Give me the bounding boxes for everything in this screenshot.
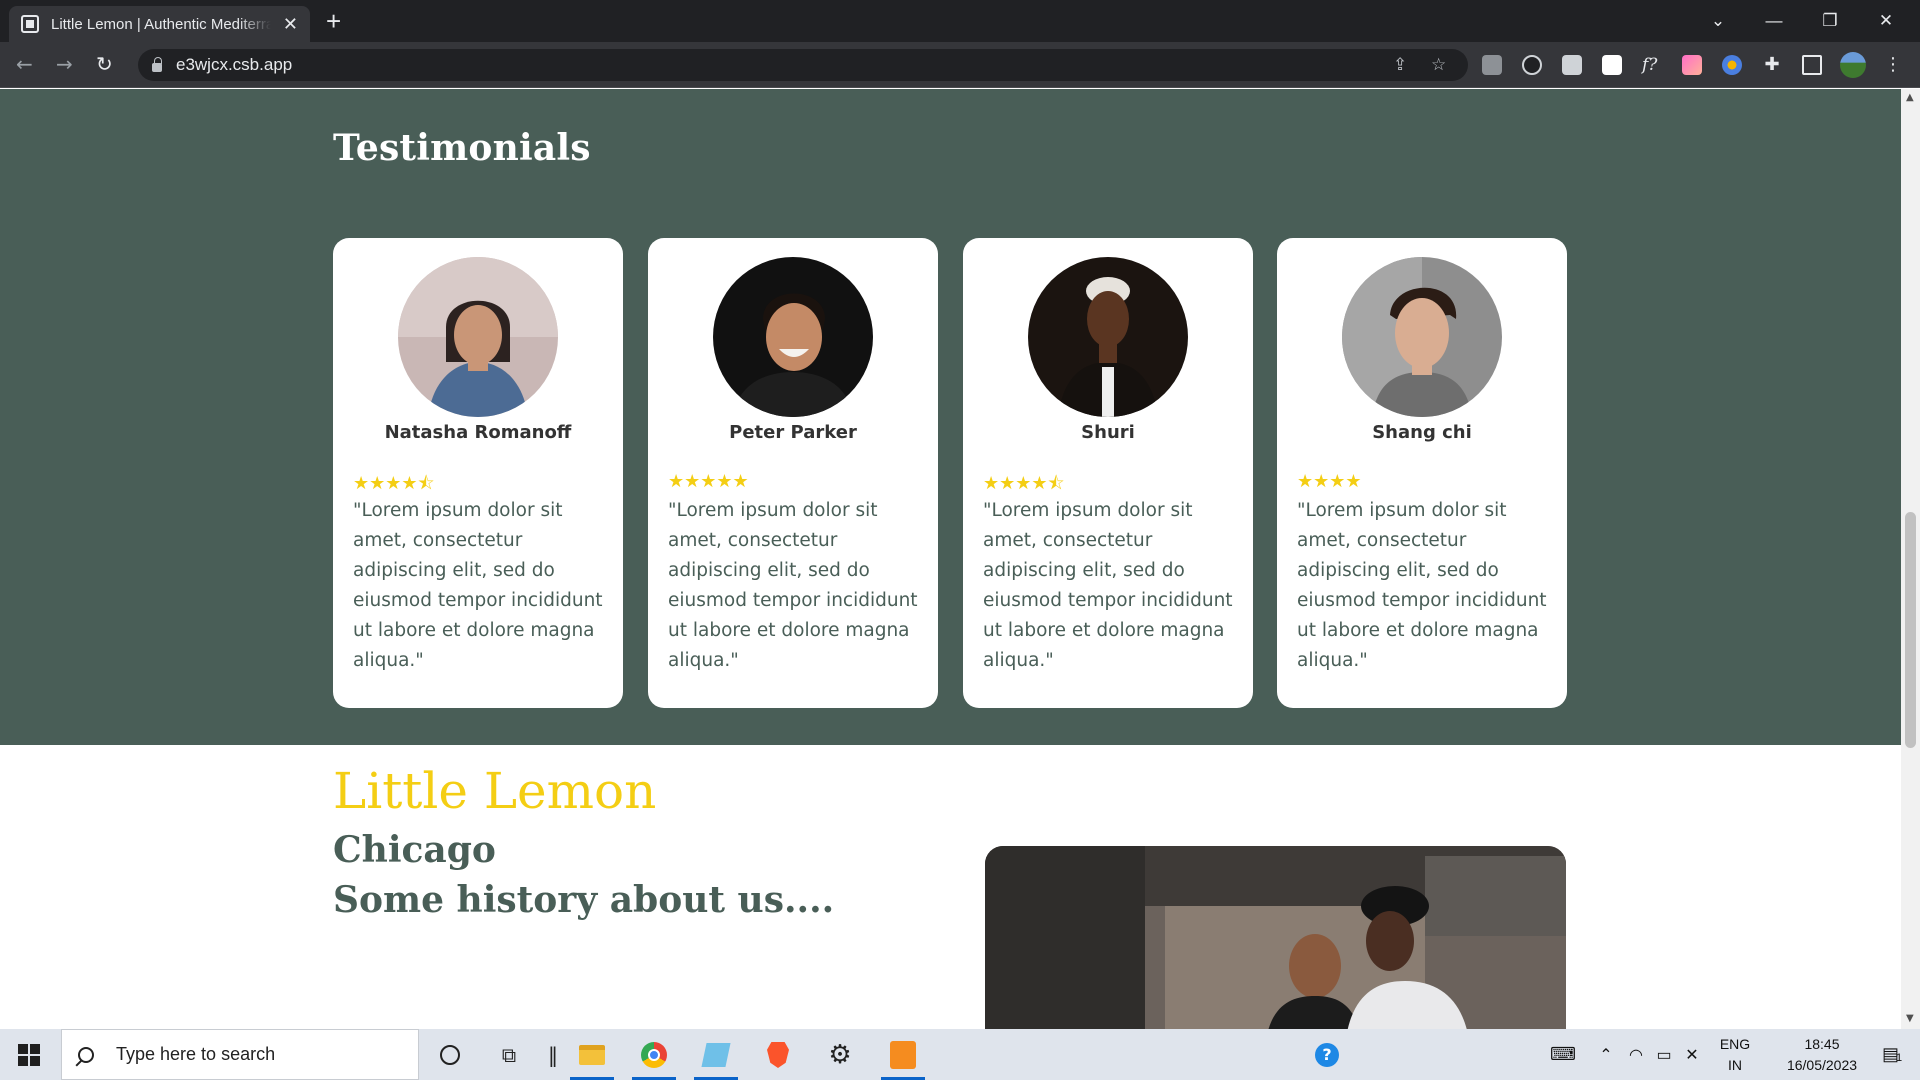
rating-stars: ★★★★ — [1297, 471, 1362, 492]
customer-name: Shang chi — [1372, 422, 1472, 443]
testimonial-card: Peter Parker ★★★★★ "Lorem ipsum dolor si… — [648, 238, 938, 708]
chrome-icon[interactable] — [632, 1041, 676, 1080]
taskbar-divider-icon: ‖ — [548, 1043, 558, 1067]
extension-b-icon[interactable] — [1602, 55, 1622, 75]
about-city: Chicago — [333, 829, 496, 871]
page-scrollbar[interactable]: ▲ ▼ — [1901, 89, 1920, 1029]
testimonial-quote: "Lorem ipsum dolor sit amet, consectetur… — [1297, 500, 1547, 671]
settings-gear-icon[interactable]: ⚙ — [826, 1040, 854, 1070]
clock-date: 16/05/2023 — [1786, 1056, 1858, 1073]
search-placeholder: Type here to search — [116, 1044, 276, 1064]
scroll-down-arrow-icon[interactable]: ▼ — [1906, 1013, 1914, 1024]
extension-icons — [0, 42, 1920, 88]
section-title: Testimonials — [333, 127, 591, 169]
testimonial-card: Natasha Romanoff ★★★★⯪ "Lorem ipsum dolo… — [333, 238, 623, 708]
profile-avatar-icon[interactable] — [1840, 52, 1866, 78]
chevron-up-icon[interactable]: ⌃ — [1590, 1045, 1622, 1065]
minimize-button[interactable]: — — [1746, 11, 1802, 31]
clock-time: 18:45 — [1804, 1035, 1840, 1052]
notification-icon[interactable]: ▤ 1 — [1882, 1044, 1920, 1065]
scrollbar-thumb[interactable] — [1905, 512, 1916, 748]
notepad-icon[interactable] — [694, 1041, 738, 1080]
windows-start-icon[interactable] — [18, 1044, 40, 1066]
tab-title: Little Lemon | Authentic Mediterranean — [51, 15, 271, 33]
extension-f-icon[interactable]: f? — [1642, 55, 1662, 75]
rating-stars: ★★★★★ — [668, 471, 749, 492]
network-icon[interactable]: ◠ — [1622, 1045, 1650, 1065]
extension-5-icon[interactable] — [1682, 55, 1702, 75]
cortana-icon[interactable] — [436, 1041, 464, 1069]
task-view-icon[interactable]: ⧉ — [495, 1041, 523, 1069]
testimonial-quote: "Lorem ipsum dolor sit amet, consectetur… — [668, 500, 918, 671]
pdf-app-icon[interactable] — [881, 1041, 925, 1080]
new-tab-button[interactable]: + — [326, 6, 341, 37]
extension-1-icon[interactable] — [1482, 55, 1502, 75]
system-tray: ⌨ ⌃ ◠ ▭ ✕ ENG IN 18:45 16/05/2023 ▤ 1 — [1550, 1029, 1920, 1080]
browser-tab[interactable]: Little Lemon | Authentic Mediterranean ✕ — [9, 6, 310, 42]
volume-muted-icon[interactable]: ✕ — [1678, 1045, 1706, 1065]
customer-name: Shuri — [1081, 422, 1135, 443]
avatar — [713, 257, 873, 417]
file-explorer-icon[interactable] — [570, 1041, 614, 1080]
taskbar-search-box[interactable]: Type here to search — [61, 1029, 419, 1080]
language-indicator[interactable]: ENG IN — [1712, 1034, 1758, 1076]
side-panel-icon[interactable] — [1802, 55, 1822, 75]
clock[interactable]: 18:45 16/05/2023 — [1772, 1034, 1872, 1076]
site-favicon-icon — [21, 15, 39, 33]
about-history: Some history about us.... — [333, 879, 835, 921]
restore-button[interactable]: ❐ — [1802, 11, 1858, 31]
testimonial-quote: "Lorem ipsum dolor sit amet, consectetur… — [353, 500, 603, 671]
windows-taskbar: Type here to search ⧉ ‖ ⚙ ? ⌨ ⌃ ◠ ▭ ✕ EN… — [0, 1029, 1920, 1080]
brave-browser-icon[interactable] — [764, 1041, 792, 1069]
battery-icon[interactable]: ▭ — [1650, 1045, 1678, 1065]
customer-name: Natasha Romanoff — [384, 422, 572, 443]
browser-menu-icon[interactable]: ⋮ — [1884, 55, 1902, 75]
window-controls: ⌄ — ❐ ✕ — [1690, 0, 1914, 42]
web-page: Testimonials Natasha Romanoff ★★★★⯪ "Lor… — [0, 89, 1901, 1029]
tab-search-icon[interactable]: ⌄ — [1690, 11, 1746, 31]
tab-close-icon[interactable]: ✕ — [283, 14, 298, 35]
extension-6-icon[interactable] — [1722, 55, 1742, 75]
testimonial-card: Shuri ★★★★⯪ "Lorem ipsum dolor sit amet,… — [963, 238, 1253, 708]
language-code: ENG — [1719, 1035, 1751, 1052]
search-icon — [78, 1046, 94, 1063]
scroll-up-arrow-icon[interactable]: ▲ — [1906, 92, 1914, 103]
avatar — [1342, 257, 1502, 417]
extension-2-icon[interactable] — [1522, 55, 1542, 75]
about-title: Little Lemon — [333, 762, 657, 820]
keyboard-icon[interactable]: ⌨ — [1550, 1044, 1580, 1065]
chefs-image — [985, 846, 1566, 1029]
notification-count: 1 — [1896, 1052, 1903, 1064]
address-toolbar: ← → ↻ e3wjcx.csb.app ⇪ ☆ — [0, 42, 1920, 88]
testimonials-section: Testimonials Natasha Romanoff ★★★★⯪ "Lor… — [0, 89, 1901, 745]
browser-tab-bar: Little Lemon | Authentic Mediterranean ✕… — [0, 0, 1920, 42]
testimonial-card: Shang chi ★★★★ "Lorem ipsum dolor sit am… — [1277, 238, 1567, 708]
testimonial-quote: "Lorem ipsum dolor sit amet, consectetur… — [983, 500, 1233, 671]
extensions-puzzle-icon[interactable]: ✚ — [1762, 55, 1782, 75]
help-icon[interactable]: ? — [1313, 1041, 1341, 1069]
avatar — [398, 257, 558, 417]
close-window-button[interactable]: ✕ — [1858, 11, 1914, 31]
extension-3-icon[interactable] — [1562, 55, 1582, 75]
region-code: IN — [1728, 1056, 1742, 1073]
customer-name: Peter Parker — [729, 422, 857, 443]
avatar — [1028, 257, 1188, 417]
